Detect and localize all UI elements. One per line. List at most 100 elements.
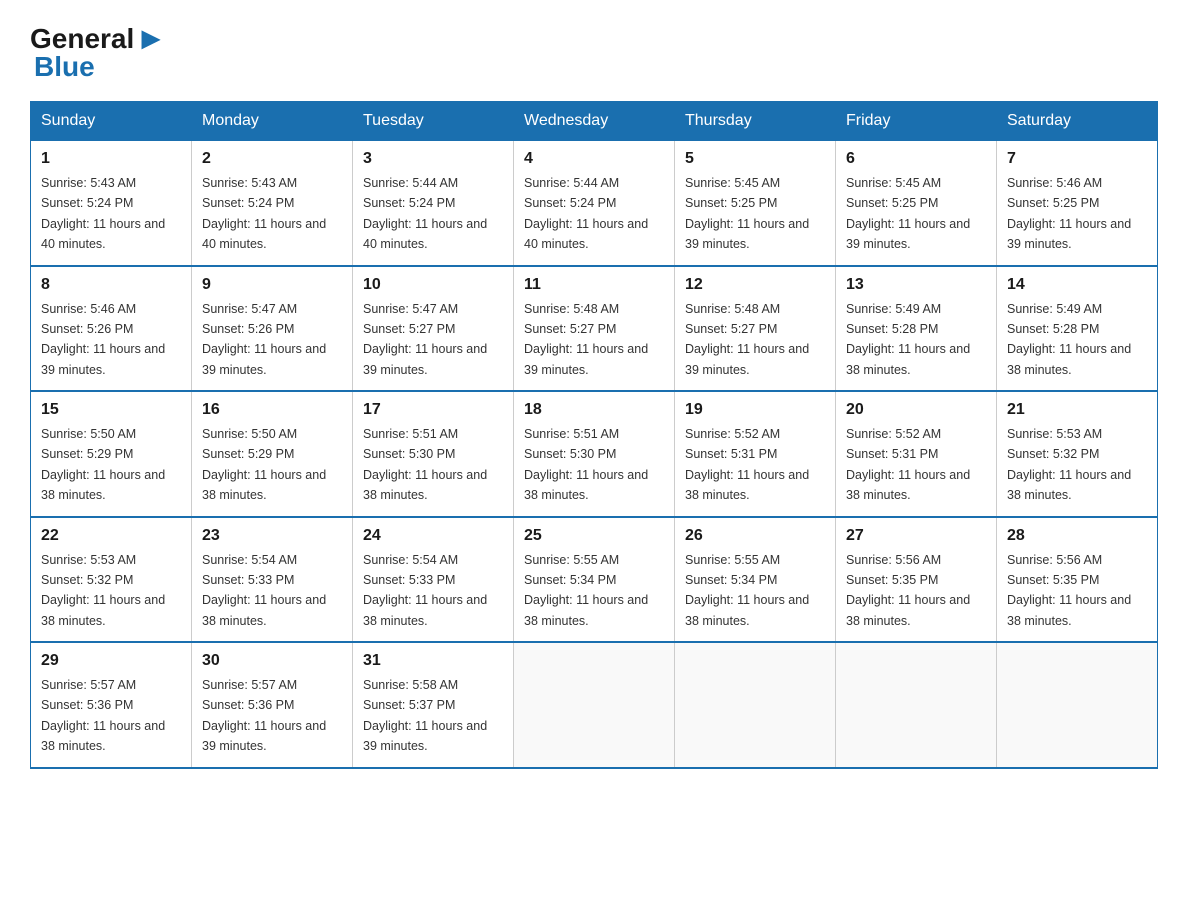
day-number: 17 <box>363 398 503 422</box>
calendar-cell: 10 Sunrise: 5:47 AMSunset: 5:27 PMDaylig… <box>353 266 514 392</box>
calendar-cell: 18 Sunrise: 5:51 AMSunset: 5:30 PMDaylig… <box>514 391 675 517</box>
day-info: Sunrise: 5:44 AMSunset: 5:24 PMDaylight:… <box>363 176 487 251</box>
calendar-cell <box>836 642 997 768</box>
day-info: Sunrise: 5:45 AMSunset: 5:25 PMDaylight:… <box>685 176 809 251</box>
day-info: Sunrise: 5:47 AMSunset: 5:27 PMDaylight:… <box>363 302 487 377</box>
day-number: 9 <box>202 273 342 297</box>
day-number: 20 <box>846 398 986 422</box>
weekday-header-sunday: Sunday <box>31 102 192 141</box>
day-number: 25 <box>524 524 664 548</box>
calendar-cell: 29 Sunrise: 5:57 AMSunset: 5:36 PMDaylig… <box>31 642 192 768</box>
day-info: Sunrise: 5:51 AMSunset: 5:30 PMDaylight:… <box>363 427 487 502</box>
day-info: Sunrise: 5:45 AMSunset: 5:25 PMDaylight:… <box>846 176 970 251</box>
day-number: 12 <box>685 273 825 297</box>
calendar-cell: 23 Sunrise: 5:54 AMSunset: 5:33 PMDaylig… <box>192 517 353 643</box>
day-info: Sunrise: 5:50 AMSunset: 5:29 PMDaylight:… <box>41 427 165 502</box>
calendar-cell: 15 Sunrise: 5:50 AMSunset: 5:29 PMDaylig… <box>31 391 192 517</box>
day-number: 1 <box>41 147 181 171</box>
day-number: 19 <box>685 398 825 422</box>
calendar-cell: 16 Sunrise: 5:50 AMSunset: 5:29 PMDaylig… <box>192 391 353 517</box>
calendar-cell: 28 Sunrise: 5:56 AMSunset: 5:35 PMDaylig… <box>997 517 1158 643</box>
day-number: 23 <box>202 524 342 548</box>
calendar-cell: 4 Sunrise: 5:44 AMSunset: 5:24 PMDayligh… <box>514 141 675 266</box>
calendar-cell: 26 Sunrise: 5:55 AMSunset: 5:34 PMDaylig… <box>675 517 836 643</box>
calendar-cell: 1 Sunrise: 5:43 AMSunset: 5:24 PMDayligh… <box>31 141 192 266</box>
calendar-cell: 27 Sunrise: 5:56 AMSunset: 5:35 PMDaylig… <box>836 517 997 643</box>
day-number: 13 <box>846 273 986 297</box>
day-info: Sunrise: 5:55 AMSunset: 5:34 PMDaylight:… <box>685 553 809 628</box>
day-number: 24 <box>363 524 503 548</box>
day-number: 8 <box>41 273 181 297</box>
calendar-cell: 12 Sunrise: 5:48 AMSunset: 5:27 PMDaylig… <box>675 266 836 392</box>
day-info: Sunrise: 5:54 AMSunset: 5:33 PMDaylight:… <box>202 553 326 628</box>
day-number: 7 <box>1007 147 1147 171</box>
day-info: Sunrise: 5:52 AMSunset: 5:31 PMDaylight:… <box>846 427 970 502</box>
day-number: 28 <box>1007 524 1147 548</box>
day-number: 22 <box>41 524 181 548</box>
day-info: Sunrise: 5:49 AMSunset: 5:28 PMDaylight:… <box>846 302 970 377</box>
logo-general-text: General <box>30 23 134 55</box>
header: General ► Blue <box>30 20 1158 83</box>
logo-arrow-icon: ► <box>135 20 167 57</box>
weekday-header-saturday: Saturday <box>997 102 1158 141</box>
calendar-week-row: 22 Sunrise: 5:53 AMSunset: 5:32 PMDaylig… <box>31 517 1158 643</box>
calendar-cell <box>514 642 675 768</box>
day-info: Sunrise: 5:53 AMSunset: 5:32 PMDaylight:… <box>41 553 165 628</box>
day-number: 27 <box>846 524 986 548</box>
day-info: Sunrise: 5:43 AMSunset: 5:24 PMDaylight:… <box>41 176 165 251</box>
day-info: Sunrise: 5:56 AMSunset: 5:35 PMDaylight:… <box>846 553 970 628</box>
day-info: Sunrise: 5:58 AMSunset: 5:37 PMDaylight:… <box>363 678 487 753</box>
day-info: Sunrise: 5:43 AMSunset: 5:24 PMDaylight:… <box>202 176 326 251</box>
calendar-table: SundayMondayTuesdayWednesdayThursdayFrid… <box>30 101 1158 769</box>
calendar-week-row: 8 Sunrise: 5:46 AMSunset: 5:26 PMDayligh… <box>31 266 1158 392</box>
day-number: 2 <box>202 147 342 171</box>
day-info: Sunrise: 5:50 AMSunset: 5:29 PMDaylight:… <box>202 427 326 502</box>
day-number: 15 <box>41 398 181 422</box>
logo-blue-text: Blue <box>34 51 95 83</box>
calendar-cell: 20 Sunrise: 5:52 AMSunset: 5:31 PMDaylig… <box>836 391 997 517</box>
calendar-cell: 6 Sunrise: 5:45 AMSunset: 5:25 PMDayligh… <box>836 141 997 266</box>
day-number: 31 <box>363 649 503 673</box>
day-number: 14 <box>1007 273 1147 297</box>
calendar-cell <box>997 642 1158 768</box>
weekday-header-wednesday: Wednesday <box>514 102 675 141</box>
calendar-cell: 25 Sunrise: 5:55 AMSunset: 5:34 PMDaylig… <box>514 517 675 643</box>
calendar-week-row: 29 Sunrise: 5:57 AMSunset: 5:36 PMDaylig… <box>31 642 1158 768</box>
calendar-cell: 9 Sunrise: 5:47 AMSunset: 5:26 PMDayligh… <box>192 266 353 392</box>
calendar-cell: 21 Sunrise: 5:53 AMSunset: 5:32 PMDaylig… <box>997 391 1158 517</box>
weekday-header-friday: Friday <box>836 102 997 141</box>
day-info: Sunrise: 5:46 AMSunset: 5:26 PMDaylight:… <box>41 302 165 377</box>
logo: General ► Blue <box>30 20 168 83</box>
day-number: 18 <box>524 398 664 422</box>
calendar-cell: 30 Sunrise: 5:57 AMSunset: 5:36 PMDaylig… <box>192 642 353 768</box>
day-number: 30 <box>202 649 342 673</box>
calendar-cell: 7 Sunrise: 5:46 AMSunset: 5:25 PMDayligh… <box>997 141 1158 266</box>
day-number: 11 <box>524 273 664 297</box>
day-number: 6 <box>846 147 986 171</box>
calendar-cell: 8 Sunrise: 5:46 AMSunset: 5:26 PMDayligh… <box>31 266 192 392</box>
day-info: Sunrise: 5:57 AMSunset: 5:36 PMDaylight:… <box>41 678 165 753</box>
day-number: 10 <box>363 273 503 297</box>
day-info: Sunrise: 5:57 AMSunset: 5:36 PMDaylight:… <box>202 678 326 753</box>
calendar-cell: 24 Sunrise: 5:54 AMSunset: 5:33 PMDaylig… <box>353 517 514 643</box>
calendar-cell: 19 Sunrise: 5:52 AMSunset: 5:31 PMDaylig… <box>675 391 836 517</box>
day-info: Sunrise: 5:52 AMSunset: 5:31 PMDaylight:… <box>685 427 809 502</box>
day-number: 4 <box>524 147 664 171</box>
day-info: Sunrise: 5:55 AMSunset: 5:34 PMDaylight:… <box>524 553 648 628</box>
day-info: Sunrise: 5:48 AMSunset: 5:27 PMDaylight:… <box>685 302 809 377</box>
day-number: 5 <box>685 147 825 171</box>
day-info: Sunrise: 5:49 AMSunset: 5:28 PMDaylight:… <box>1007 302 1131 377</box>
day-info: Sunrise: 5:51 AMSunset: 5:30 PMDaylight:… <box>524 427 648 502</box>
calendar-cell <box>675 642 836 768</box>
day-info: Sunrise: 5:56 AMSunset: 5:35 PMDaylight:… <box>1007 553 1131 628</box>
day-number: 3 <box>363 147 503 171</box>
calendar-cell: 3 Sunrise: 5:44 AMSunset: 5:24 PMDayligh… <box>353 141 514 266</box>
calendar-week-row: 15 Sunrise: 5:50 AMSunset: 5:29 PMDaylig… <box>31 391 1158 517</box>
day-number: 29 <box>41 649 181 673</box>
calendar-cell: 11 Sunrise: 5:48 AMSunset: 5:27 PMDaylig… <box>514 266 675 392</box>
day-number: 16 <box>202 398 342 422</box>
calendar-cell: 14 Sunrise: 5:49 AMSunset: 5:28 PMDaylig… <box>997 266 1158 392</box>
weekday-header-row: SundayMondayTuesdayWednesdayThursdayFrid… <box>31 102 1158 141</box>
day-info: Sunrise: 5:54 AMSunset: 5:33 PMDaylight:… <box>363 553 487 628</box>
day-info: Sunrise: 5:46 AMSunset: 5:25 PMDaylight:… <box>1007 176 1131 251</box>
